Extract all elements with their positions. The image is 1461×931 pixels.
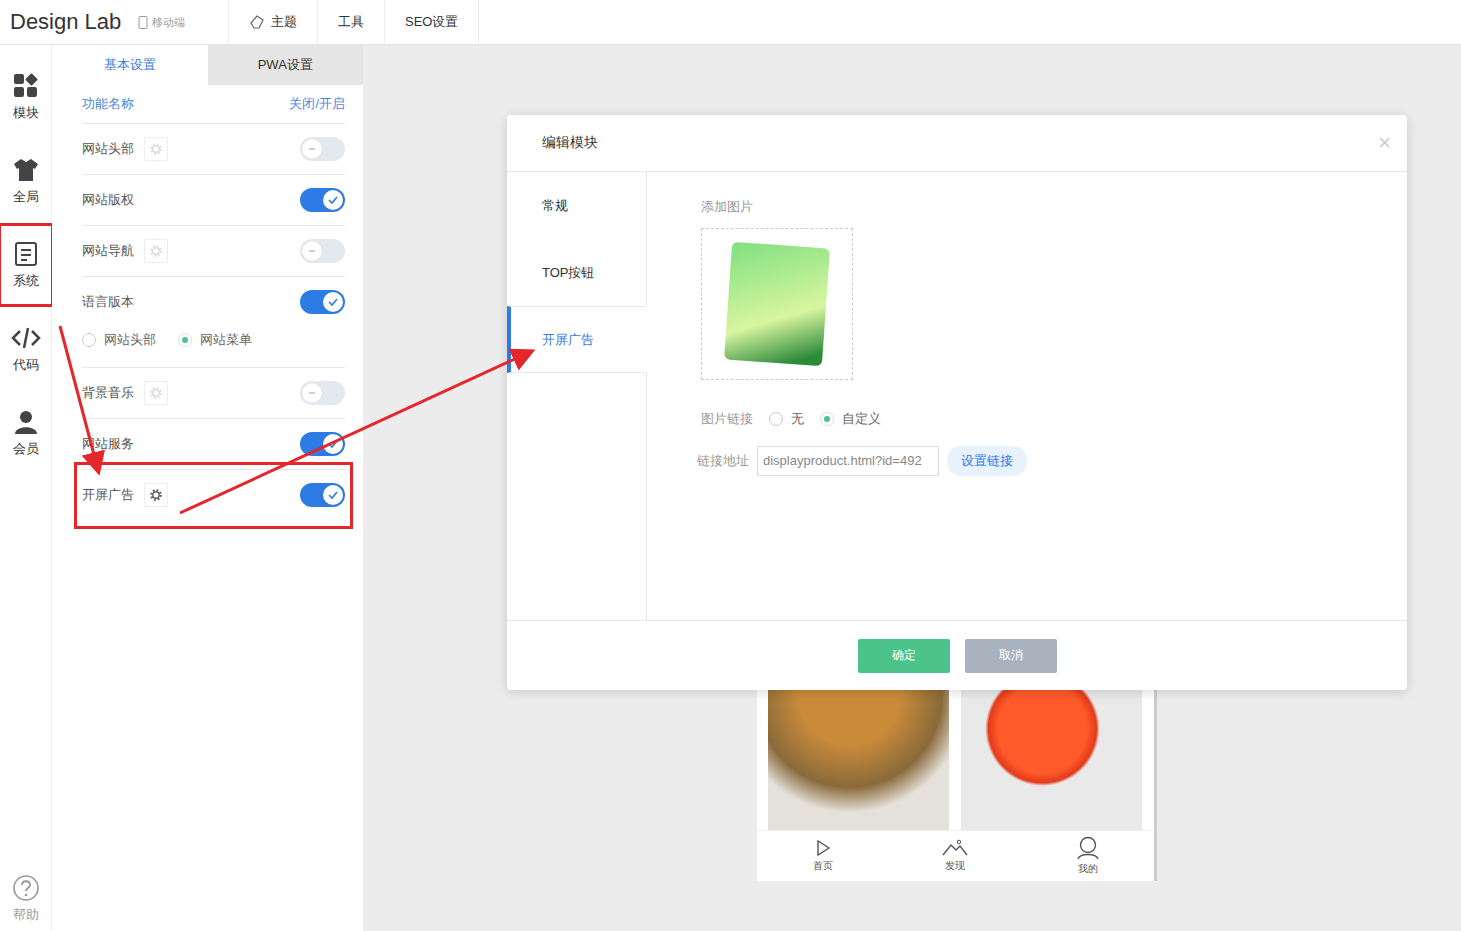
option-group: 网站头部 网站菜单 (82, 327, 345, 367)
code-icon (11, 324, 41, 352)
column-header: 功能名称 (82, 95, 134, 113)
address-input[interactable]: displayproduct.html?id=492 (757, 446, 939, 476)
profile-icon (1075, 836, 1101, 860)
mountain-icon (942, 839, 968, 857)
feature-name: 开屏广告 (82, 486, 134, 504)
theme-icon (249, 14, 265, 30)
check-icon (327, 194, 339, 206)
feature-name: 网站头部 (82, 140, 134, 158)
device-switch[interactable]: 移动端 (138, 15, 228, 30)
shirt-icon (12, 156, 40, 184)
check-icon (327, 489, 339, 501)
rail-item[interactable]: 系统 (2, 227, 50, 303)
link-radio[interactable]: 无 (769, 410, 804, 428)
address-row: 链接地址displayproduct.html?id=492设置链接 (697, 446, 1353, 476)
phone-icon (138, 16, 148, 29)
top-nav-item[interactable]: SEO设置 (384, 0, 479, 44)
phone-nav-item[interactable]: 首页 (793, 839, 853, 873)
edit-module-dialog: 编辑模块×常规TOP按钮开屏广告添加图片图片链接无自定义链接地址displayp… (507, 115, 1407, 690)
panel-tab[interactable]: 基本设置 (52, 45, 208, 85)
top-nav: 主题工具SEO设置 (228, 0, 479, 44)
rail-item[interactable]: 模块 (2, 59, 50, 135)
dash-icon (307, 144, 317, 154)
panel-tab[interactable]: PWA设置 (208, 45, 364, 85)
feature-row: 网站头部 (82, 124, 345, 175)
help-button[interactable]: 帮助 (2, 869, 50, 929)
phone-nav-item[interactable]: 发现 (925, 839, 985, 873)
column-header: 关闭/开启 (289, 95, 345, 113)
gear-icon (149, 386, 163, 400)
settings-button[interactable] (144, 381, 168, 405)
rail-item[interactable]: 代码 (2, 311, 50, 387)
dash-icon (307, 246, 317, 256)
settings-button[interactable] (144, 239, 168, 263)
dialog-button[interactable]: 取消 (965, 639, 1057, 673)
settings-panel: 基本设置PWA设置功能名称关闭/开启网站头部网站版权网站导航语言版本网站头部网站… (52, 45, 363, 931)
rail-item[interactable]: 会员 (2, 395, 50, 471)
radio-option[interactable]: 网站菜单 (178, 331, 252, 349)
image-label: 添加图片 (701, 198, 1353, 216)
toggle-switch[interactable] (300, 239, 345, 263)
logo[interactable]: Design Lab (0, 9, 138, 35)
toggle-switch[interactable] (300, 188, 345, 212)
close-button[interactable]: × (1378, 130, 1391, 156)
list-header: 功能名称 关闭/开启 (82, 85, 345, 124)
feature-row: 网站导航 (82, 226, 345, 277)
settings-button[interactable] (144, 483, 168, 507)
page: Design Lab移动端主题工具SEO设置模块全局系统代码会员帮助基本设置PW… (0, 0, 1461, 931)
toggle-switch[interactable] (300, 381, 345, 405)
canvas: 首页发现我的编辑模块×常规TOP按钮开屏广告添加图片图片链接无自定义链接地址di… (363, 45, 1461, 931)
radio-option[interactable]: 网站头部 (82, 331, 156, 349)
top-nav-item[interactable]: 主题 (228, 0, 317, 44)
feature-name: 语言版本 (82, 293, 134, 311)
dialog-tab[interactable]: 开屏广告 (507, 306, 647, 373)
icon-rail: 模块全局系统代码会员帮助 (0, 45, 52, 931)
toggle-switch[interactable] (300, 290, 345, 314)
dialog-button[interactable]: 确定 (858, 639, 950, 673)
help-icon (12, 874, 40, 902)
gear-icon (149, 142, 163, 156)
feature-row: 开屏广告 (82, 470, 345, 521)
phone-nav-item[interactable]: 我的 (1058, 836, 1118, 876)
dash-icon (307, 388, 317, 398)
check-icon (327, 438, 339, 450)
feature-name: 网站服务 (82, 435, 134, 453)
link-radio[interactable]: 自定义 (820, 410, 881, 428)
dialog-tab[interactable]: 常规 (507, 172, 647, 239)
gear-icon (149, 244, 163, 258)
feature-row: 语言版本网站头部 网站菜单 (82, 277, 345, 368)
play-icon (814, 839, 832, 857)
feature-row: 网站服务 (82, 419, 345, 470)
feature-name: 背景音乐 (82, 384, 134, 402)
link-type-row: 图片链接无自定义 (701, 410, 1353, 428)
coupon-image (724, 242, 830, 367)
toggle-switch[interactable] (300, 483, 345, 507)
top-bar: Design Lab移动端主题工具SEO设置 (0, 0, 1461, 45)
toggle-switch[interactable] (300, 137, 345, 161)
blocks-icon (12, 72, 40, 100)
check-icon (327, 296, 339, 308)
feature-row: 网站版权 (82, 175, 345, 226)
member-icon (12, 408, 40, 436)
dialog-tabs: 常规TOP按钮开屏广告 (507, 172, 647, 620)
feature-name: 网站版权 (82, 191, 134, 209)
dialog-title: 编辑模块 (542, 134, 598, 152)
gear-icon (149, 488, 163, 502)
system-icon (12, 240, 40, 268)
dialog-tab[interactable]: TOP按钮 (507, 239, 647, 306)
top-nav-item[interactable]: 工具 (317, 0, 384, 44)
feature-name: 网站导航 (82, 242, 134, 260)
panel-tabs: 基本设置PWA设置 (52, 45, 363, 85)
phone-nav: 首页 发现 我的 (757, 830, 1154, 881)
feature-row: 背景音乐 (82, 368, 345, 419)
set-link-button[interactable]: 设置链接 (947, 446, 1027, 476)
settings-button[interactable] (144, 137, 168, 161)
toggle-switch[interactable] (300, 432, 345, 456)
rail-item[interactable]: 全局 (2, 143, 50, 219)
image-upload[interactable] (701, 228, 853, 380)
annotation-arrows (0, 0, 1461, 931)
